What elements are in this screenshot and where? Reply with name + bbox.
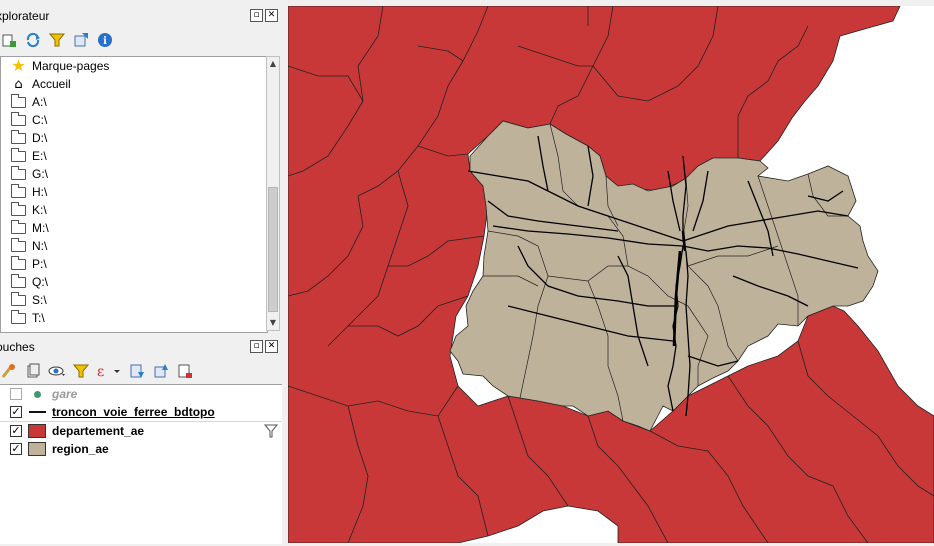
browser-item[interactable]: S:\	[1, 291, 267, 309]
layer-row[interactable]: gare	[0, 385, 282, 403]
folder-icon	[11, 291, 26, 306]
scroll-down-icon[interactable]: ▼	[267, 316, 279, 330]
folder-icon	[11, 255, 26, 270]
browser-item-label: P:\	[32, 257, 47, 271]
browser-item[interactable]: P:\	[1, 255, 267, 273]
browser-item[interactable]: G:\	[1, 165, 267, 183]
expression-icon[interactable]: ε	[96, 362, 122, 380]
layer-visibility-checkbox[interactable]: ✓	[10, 425, 22, 437]
float-panel-button[interactable]: ▫	[250, 340, 263, 353]
folder-icon	[11, 309, 26, 324]
browser-item-label: T:\	[32, 311, 45, 325]
browser-item[interactable]: ⌂ Accueil	[1, 75, 267, 93]
home-icon: ⌂	[14, 76, 23, 92]
close-panel-button[interactable]: ✕	[265, 340, 278, 353]
folder-icon	[11, 129, 26, 144]
browser-item[interactable]: K:\	[1, 201, 267, 219]
svg-text:i: i	[103, 36, 107, 47]
browser-item-label: N:\	[32, 239, 48, 253]
browser-item[interactable]: Q:\	[1, 273, 267, 291]
browser-item-label: K:\	[32, 203, 47, 217]
visibility-icon[interactable]	[48, 362, 66, 380]
folder-icon	[11, 147, 26, 162]
style-icon[interactable]	[0, 362, 18, 380]
browser-item-label: M:\	[32, 221, 49, 235]
star-icon: ★	[11, 56, 26, 75]
browser-item-label: A:\	[32, 95, 47, 109]
browser-item[interactable]: M:\	[1, 219, 267, 237]
remove-layer-icon[interactable]	[176, 362, 194, 380]
browser-item[interactable]: H:\	[1, 183, 267, 201]
browser-item-label: G:\	[32, 167, 49, 181]
layer-row[interactable]: ✓ departement_ae	[0, 422, 282, 440]
browser-item-label: E:\	[32, 149, 47, 163]
close-panel-button[interactable]: ✕	[265, 9, 278, 22]
browser-item-label: Q:\	[32, 275, 49, 289]
layer-visibility-checkbox[interactable]	[10, 388, 22, 400]
browser-item-label: S:\	[32, 293, 47, 307]
scrollbar-thumb[interactable]	[268, 187, 278, 312]
browser-scrollbar[interactable]: ▲ ▼	[266, 56, 280, 331]
layer-symbol-icon	[28, 424, 46, 438]
browser-panel-titlebar: xplorateur ▫ ✕	[0, 6, 282, 26]
folder-icon	[11, 201, 26, 216]
layer-name: departement_ae	[52, 424, 145, 438]
layers-panel-titlebar: ouches ▫ ✕	[0, 337, 282, 357]
browser-item[interactable]: A:\	[1, 93, 267, 111]
float-panel-button[interactable]: ▫	[250, 9, 263, 22]
browser-item-label: Marque-pages	[32, 59, 110, 73]
layer-row[interactable]: ✓ region_ae	[0, 440, 282, 458]
layer-tree[interactable]: gare ✓ troncon_voie_ferree_bdtopo ✓ departem…	[0, 384, 282, 544]
layer-name: gare	[52, 387, 78, 401]
svg-text:ε: ε	[97, 364, 104, 379]
refresh-icon[interactable]	[24, 31, 42, 49]
collapse-all-icon[interactable]	[152, 362, 170, 380]
browser-item[interactable]: E:\	[1, 147, 267, 165]
layer-name: region_ae	[52, 442, 109, 456]
browser-item-label: C:\	[32, 113, 48, 127]
browser-item[interactable]: T:\	[1, 309, 267, 327]
folder-icon	[11, 237, 26, 252]
layer-symbol-icon	[28, 442, 46, 456]
browser-item[interactable]: N:\	[1, 237, 267, 255]
browser-item-label: H:\	[32, 185, 48, 199]
folder-icon	[11, 93, 26, 108]
layer-visibility-checkbox[interactable]: ✓	[10, 406, 22, 418]
browser-item[interactable]: ★ Marque-pages	[1, 57, 267, 75]
folder-icon	[11, 165, 26, 180]
layers-toolbar: ε	[0, 358, 282, 384]
filter-icon[interactable]	[72, 362, 90, 380]
add-layer-icon[interactable]	[0, 31, 18, 49]
browser-item-label: Accueil	[32, 77, 71, 91]
map-canvas[interactable]	[287, 5, 934, 544]
browser-item[interactable]: C:\	[1, 111, 267, 129]
browser-toolbar: i	[0, 27, 282, 53]
layer-name: troncon_voie_ferree_bdtopo	[52, 405, 215, 419]
browser-item-label: D:\	[32, 131, 48, 145]
map-svg	[287, 5, 934, 544]
add-group-icon[interactable]	[24, 362, 42, 380]
layers-panel-title: ouches	[0, 340, 35, 354]
layer-symbol-icon	[28, 387, 46, 401]
browser-panel-title: xplorateur	[0, 9, 50, 23]
folder-icon	[11, 183, 26, 198]
folder-icon	[11, 273, 26, 288]
info-icon[interactable]: i	[96, 31, 114, 49]
layer-row[interactable]: ✓ troncon_voie_ferree_bdtopo	[0, 403, 282, 422]
layer-symbol-icon	[28, 405, 46, 419]
browser-item[interactable]: D:\	[1, 129, 267, 147]
layer-visibility-checkbox[interactable]: ✓	[10, 443, 22, 455]
folder-icon	[11, 219, 26, 234]
filter-icon[interactable]	[48, 31, 66, 49]
folder-icon	[11, 111, 26, 126]
browser-tree[interactable]: ★ Marque-pages ⌂ Accueil A:\ C:\ D:\ E:\ G:\ H:\ K…	[0, 56, 268, 333]
scroll-up-icon[interactable]: ▲	[267, 57, 279, 71]
collapse-all-icon[interactable]	[72, 31, 90, 49]
left-dock: xplorateur ▫ ✕ i ★ Marque-pages ⌂ Accueil A:…	[0, 0, 282, 544]
expand-all-icon[interactable]	[128, 362, 146, 380]
